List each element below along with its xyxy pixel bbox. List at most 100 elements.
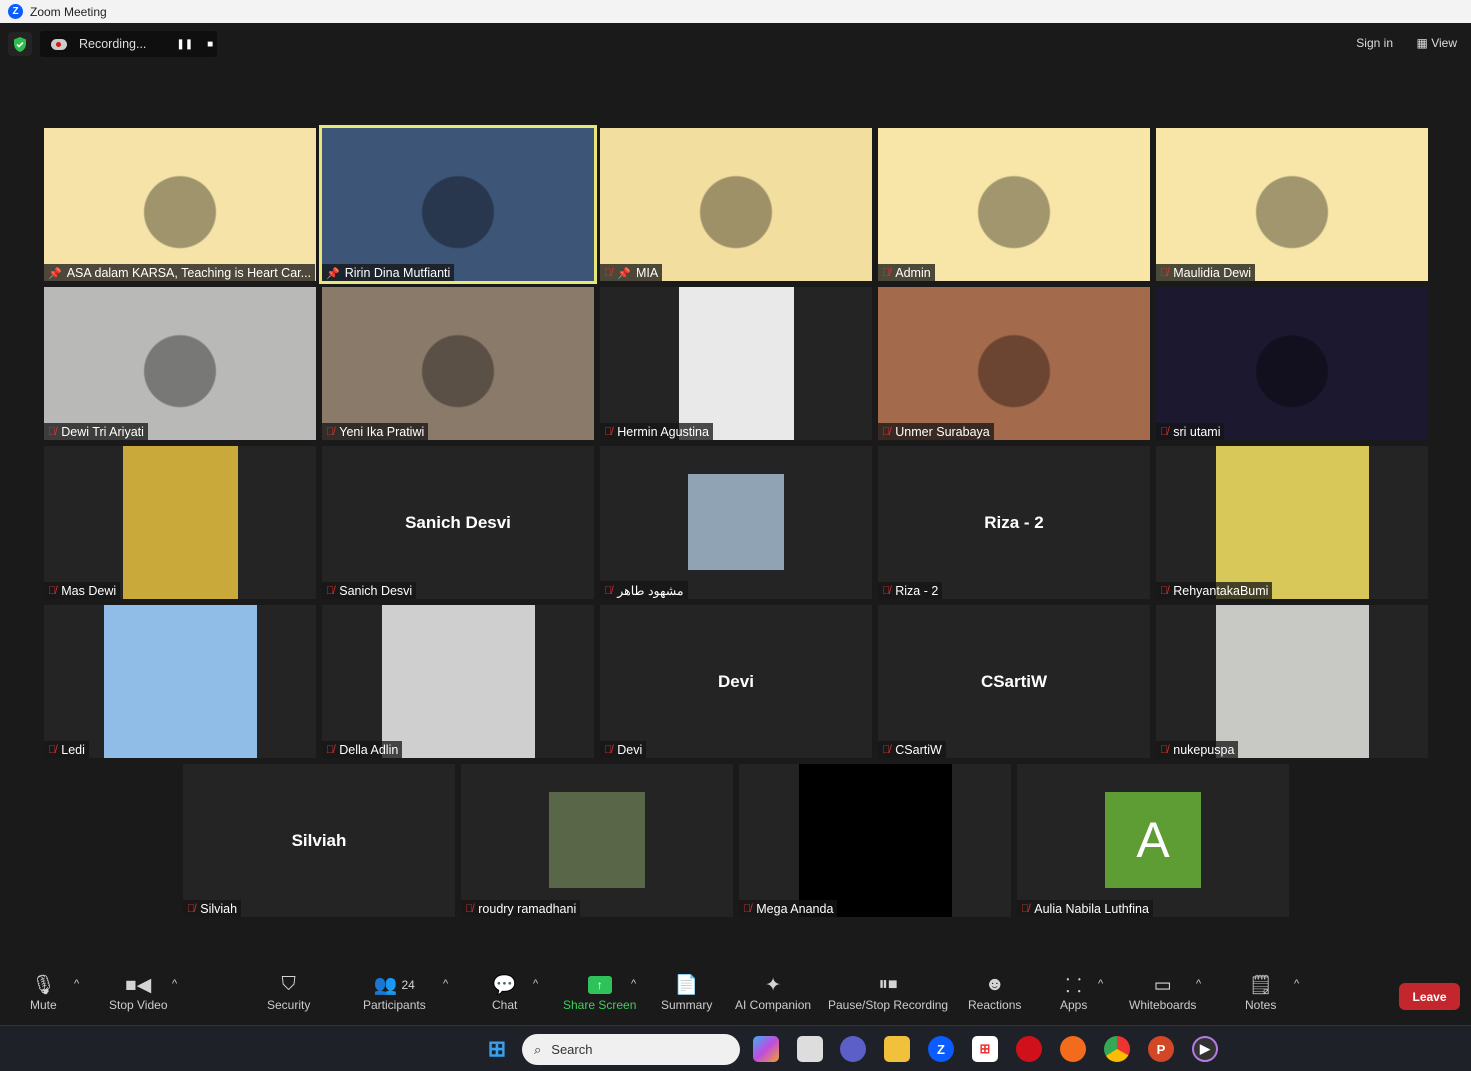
summary-button[interactable]: 📄 Summary — [661, 972, 712, 1012]
participant-tile[interactable]: 🎙̸ RehyantakaBumi — [1156, 446, 1428, 599]
participant-tile[interactable]: 🎙̸ 📌 MIA — [600, 128, 872, 281]
chat-caret[interactable]: ^ — [533, 978, 538, 990]
participant-video — [44, 287, 316, 440]
participant-name-label: 🎙̸ Mas Dewi — [44, 582, 121, 599]
participant-tile[interactable]: 🎙̸ Hermin Agustina — [600, 287, 872, 440]
participant-name: ASA dalam KARSA, Teaching is Heart Car..… — [66, 266, 312, 280]
pause-recording-button[interactable]: ❚❚ — [176, 39, 193, 50]
share-screen-button[interactable]: ↑ Share Screen — [563, 972, 636, 1012]
media-player-icon[interactable]: ▶ — [1192, 1036, 1218, 1062]
participant-name: roudry ramadhani — [478, 902, 577, 916]
firefox-icon[interactable] — [1060, 1036, 1086, 1062]
whiteboards-button[interactable]: ▭ Whiteboards — [1129, 972, 1196, 1013]
powerpoint-icon[interactable]: P — [1148, 1036, 1174, 1062]
pause-stop-recording-button[interactable]: ⏸⏹ Pause/Stop Recording — [828, 972, 948, 1012]
participant-tile[interactable]: 🎙̸ Mega Ananda — [739, 764, 1011, 917]
participants-button[interactable]: 👥 24 Participants — [363, 972, 426, 1012]
video-options-caret[interactable]: ^ — [172, 978, 177, 990]
leave-button[interactable]: Leave — [1399, 983, 1460, 1010]
chrome-icon[interactable] — [1104, 1036, 1130, 1062]
participant-tile[interactable]: A 🎙̸ Aulia Nabila Luthfina — [1017, 764, 1289, 917]
participant-name: Aulia Nabila Luthfina — [1034, 902, 1149, 916]
view-label: View — [1431, 36, 1457, 50]
pause-stop-recording-label: Pause/Stop Recording — [828, 998, 949, 1012]
notes-button[interactable]: 🗒 Notes — [1245, 972, 1276, 1012]
participant-tile[interactable]: 🎙̸ nukepuspa — [1156, 605, 1428, 758]
apps-button[interactable]: ⸬ Apps — [1060, 972, 1087, 1012]
participant-tile[interactable]: 🎙̸ roudry ramadhani — [461, 764, 733, 917]
audio-options-caret[interactable]: ^ — [74, 978, 79, 990]
meeting-top-bar: Recording... ❚❚ ■ Sign in ▦ View — [0, 30, 1471, 58]
participant-tile[interactable]: 🎙̸ مشهود طاهر — [600, 446, 872, 599]
participant-name: Unmer Surabaya — [895, 425, 990, 439]
stop-video-label: Stop Video — [109, 998, 168, 1012]
chat-bubble-icon: 💬 — [492, 975, 517, 996]
windows-taskbar: ⊞ ⌕ Search Z ⊞ P ▶ — [0, 1025, 1471, 1071]
stop-video-button[interactable]: ■◀ Stop Video — [109, 972, 168, 1013]
participant-tile[interactable]: 🎙̸ sri utami — [1156, 287, 1428, 440]
participant-tile[interactable]: 🎙̸ Mas Dewi — [44, 446, 316, 599]
participant-video — [122, 446, 238, 599]
notes-caret[interactable]: ^ — [1294, 978, 1299, 990]
participant-tile[interactable]: 🎙̸ Maulidia Dewi — [1156, 128, 1428, 281]
stop-recording-button[interactable]: ■ — [207, 39, 213, 50]
participant-tile[interactable]: Sanich Desvi 🎙̸ Sanich Desvi — [322, 446, 594, 599]
participants-caret[interactable]: ^ — [443, 978, 448, 990]
encryption-shield-icon[interactable] — [8, 32, 32, 56]
reactions-button[interactable]: ☻ Reactions — [968, 972, 1021, 1012]
participant-name: Admin — [895, 266, 931, 280]
participant-tile[interactable]: 🎙̸ Dewi Tri Ariyati — [44, 287, 316, 440]
participant-name: Mas Dewi — [61, 584, 117, 598]
ai-companion-button[interactable]: ✦ AI Companion — [735, 972, 811, 1013]
participants-icon: 👥 24 — [373, 975, 415, 996]
summary-document-icon: 📄 — [674, 975, 699, 996]
copilot-icon[interactable] — [753, 1036, 779, 1062]
taskbar-search-input[interactable]: ⌕ Search — [522, 1034, 740, 1065]
participant-tile[interactable]: 🎙̸ Unmer Surabaya — [878, 287, 1150, 440]
view-button[interactable]: ▦ View — [1417, 36, 1457, 50]
participant-tile[interactable]: CSartiW 🎙̸ CSartiW — [878, 605, 1150, 758]
participant-tile[interactable]: 🎙̸ Admin — [878, 128, 1150, 281]
participant-tile[interactable]: 🎙̸ Ledi — [44, 605, 316, 758]
participant-name: RehyantakaBumi — [1173, 584, 1269, 598]
muted-microphone-icon: 🎙̸ — [326, 426, 335, 438]
windows-start-icon[interactable]: ⊞ — [484, 1036, 510, 1062]
participant-name: مشهود طاهر — [617, 584, 684, 598]
participant-name: Ririn Dina Mutfianti — [344, 266, 451, 280]
muted-microphone-icon: 🎙̸ — [743, 903, 752, 915]
security-button[interactable]: ⛉ Security — [267, 972, 310, 1012]
participant-tile[interactable]: 🎙̸ Della Adlin — [322, 605, 594, 758]
microsoft-store-icon[interactable]: ⊞ — [972, 1036, 998, 1062]
participant-video — [1156, 128, 1428, 281]
participant-tile[interactable]: 🎙̸ Yeni Ika Pratiwi — [322, 287, 594, 440]
task-view-icon[interactable] — [797, 1036, 823, 1062]
participant-display-name: Sanich Desvi — [405, 512, 511, 532]
participant-tile[interactable]: Devi 🎙̸ Devi — [600, 605, 872, 758]
participant-tile[interactable]: 📌 ASA dalam KARSA, Teaching is Heart Car.… — [44, 128, 316, 281]
mute-button[interactable]: 🎙 Mute — [30, 972, 57, 1012]
muted-microphone-icon: 🎙̸ — [604, 744, 613, 756]
participant-name: sri utami — [1173, 425, 1221, 439]
participant-tile[interactable]: 📌 Ririn Dina Mutfianti — [319, 125, 597, 284]
muted-microphone-icon: 🎙̸ — [1160, 267, 1169, 279]
participant-name-label: 🎙̸ Mega Ananda — [739, 900, 838, 917]
muted-microphone-icon: 🎙̸ — [1160, 426, 1169, 438]
participant-name-label: 🎙̸ مشهود طاهر — [600, 581, 688, 599]
file-explorer-icon[interactable] — [884, 1036, 910, 1062]
participant-video — [44, 128, 316, 281]
muted-microphone-icon: 🎙̸ — [48, 744, 57, 756]
sign-in-button[interactable]: Sign in — [1356, 36, 1393, 50]
participant-tile[interactable]: Silviah 🎙̸ Silviah — [183, 764, 455, 917]
participant-profile-picture — [688, 474, 784, 570]
share-caret[interactable]: ^ — [631, 978, 636, 990]
opera-icon[interactable] — [1016, 1036, 1042, 1062]
sparkle-icon: ✦ — [765, 974, 781, 996]
whiteboards-caret[interactable]: ^ — [1196, 978, 1201, 990]
zoom-taskbar-icon[interactable]: Z — [928, 1036, 954, 1062]
teams-icon[interactable] — [840, 1036, 866, 1062]
participant-tile[interactable]: Riza - 2 🎙̸ Riza - 2 — [878, 446, 1150, 599]
apps-caret[interactable]: ^ — [1098, 978, 1103, 990]
chat-button[interactable]: 💬 Chat — [492, 972, 517, 1012]
participant-name-label: 🎙̸ nukepuspa — [1156, 741, 1239, 758]
participant-video — [381, 605, 535, 758]
